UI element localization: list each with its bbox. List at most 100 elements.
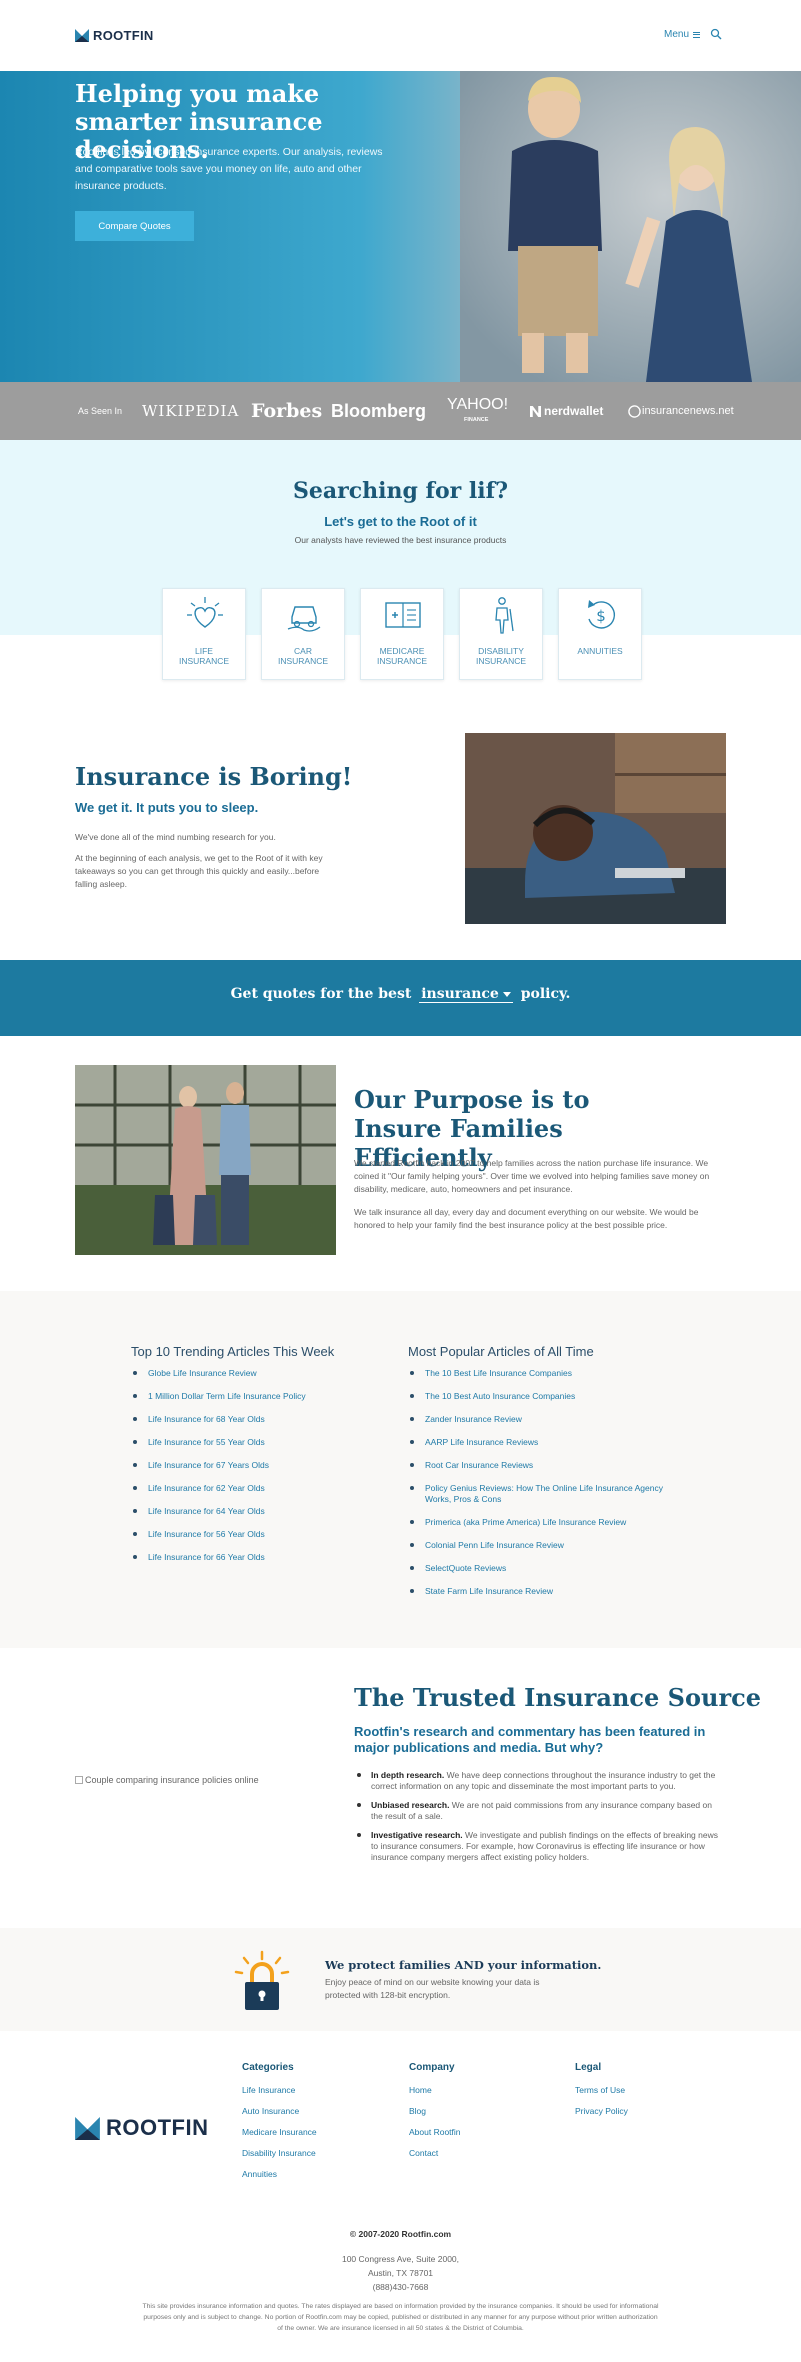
card-disability-insurance[interactable]: DISABILITY INSURANCE [459, 588, 543, 680]
menu-label: Menu [664, 29, 690, 40]
footer-link[interactable]: Annuities [242, 2169, 317, 2180]
card-medicare-insurance[interactable]: MEDICARE INSURANCE [360, 588, 444, 680]
footer-link[interactable]: Life Insurance [242, 2085, 317, 2096]
boring-paragraph-1: We've done all of the mind numbing resea… [75, 832, 276, 842]
footer-link[interactable]: Medicare Insurance [242, 2127, 317, 2138]
car-hand-icon [287, 606, 321, 632]
purpose-paragraph-1: We started Rootfin back in 2007 to help … [354, 1158, 710, 1194]
list-item[interactable]: Colonial Penn Life Insurance Review [408, 1540, 663, 1551]
list-item[interactable]: Life Insurance for 67 Years Olds [131, 1460, 341, 1471]
footer-logo[interactable]: ROOTFIN [75, 2115, 209, 2141]
site-logo[interactable]: ROOTFIN [75, 28, 154, 43]
menu-button[interactable]: Menu [664, 29, 701, 40]
couple-image-placeholder: Couple comparing insurance policies onli… [75, 1775, 259, 1785]
hamburger-icon [693, 31, 701, 38]
trusted-title: The Trusted Insurance Source [354, 1683, 761, 1712]
card-life-insurance[interactable]: LIFE INSURANCE [162, 588, 246, 680]
boring-subtitle: We get it. It puts you to sleep. [75, 800, 259, 815]
image-alt-text: Couple comparing insurance policies onli… [85, 1775, 259, 1785]
list-item: Investigative research. We investigate a… [354, 1830, 724, 1863]
list-item[interactable]: 1 Million Dollar Term Life Insurance Pol… [131, 1391, 341, 1402]
card-label: CAR INSURANCE [277, 646, 329, 666]
as-seen-in-label: As Seen In [78, 406, 123, 416]
footer-link[interactable]: About Rootfin [409, 2127, 461, 2138]
articles-section-bg [0, 1291, 801, 1648]
list-item: Unbiased research. We are not paid commi… [354, 1800, 724, 1822]
list-item[interactable]: Life Insurance for 55 Year Olds [131, 1437, 341, 1448]
list-item[interactable]: The 10 Best Life Insurance Companies [408, 1368, 663, 1379]
footer-link[interactable]: Terms of Use [575, 2085, 628, 2096]
compare-quotes-button[interactable]: Compare Quotes [75, 211, 194, 241]
insurance-type-select[interactable]: insurance [419, 986, 513, 1003]
card-label: MEDICARE INSURANCE [376, 646, 428, 666]
medical-card-icon [385, 602, 421, 628]
sleeping-man-photo [465, 733, 726, 924]
rootfin-logo-icon [75, 29, 89, 42]
footer-link[interactable]: Disability Insurance [242, 2148, 317, 2159]
nerdwallet-logo: nerdwallet [530, 382, 603, 440]
list-item[interactable]: Life Insurance for 56 Year Olds [131, 1529, 341, 1540]
list-item[interactable]: Globe Life Insurance Review [131, 1368, 341, 1379]
nerdwallet-icon [530, 405, 541, 417]
trending-articles-list: Globe Life Insurance Review 1 Million Do… [131, 1368, 341, 1575]
wikipedia-logo: WIKIPEDIA [142, 402, 240, 420]
card-label: DISABILITY INSURANCE [475, 646, 527, 666]
list-item[interactable]: Root Car Insurance Reviews [408, 1460, 663, 1471]
forbes-logo: Forbes [251, 400, 323, 422]
purpose-paragraph-2: We talk insurance all day, every day and… [354, 1207, 699, 1230]
brand-name: ROOTFIN [93, 28, 154, 43]
list-item[interactable]: Life Insurance for 64 Year Olds [131, 1506, 341, 1517]
card-label: ANNUITIES [577, 646, 623, 656]
footer-company: Company Home Blog About Rootfin Contact [409, 2062, 461, 2169]
search-icon[interactable] [710, 28, 722, 40]
list-item[interactable]: State Farm Life Insurance Review [408, 1586, 663, 1597]
boring-title: Insurance is Boring! [75, 762, 353, 791]
footer-link[interactable]: Privacy Policy [575, 2106, 628, 2117]
phone-number[interactable]: (888)430-7668 [0, 2282, 801, 2292]
family-photo [75, 1065, 336, 1255]
list-item[interactable]: SelectQuote Reviews [408, 1563, 663, 1574]
svg-text:$: $ [596, 607, 606, 625]
trending-articles-title: Top 10 Trending Articles This Week [131, 1344, 335, 1359]
hero-description: Rootfin is led by licensed insurance exp… [75, 146, 383, 192]
list-item[interactable]: Life Insurance for 62 Year Olds [131, 1483, 341, 1494]
caret-down-icon [502, 991, 511, 997]
footer-link[interactable]: Auto Insurance [242, 2106, 317, 2117]
footer-heading: Categories [242, 2062, 294, 2073]
search-section-note: Our analysts have reviewed the best insu… [294, 535, 507, 545]
list-item[interactable]: Primerica (aka Prime America) Life Insur… [408, 1517, 663, 1528]
footer-link[interactable]: Blog [409, 2106, 461, 2117]
footer-link[interactable]: Home [409, 2085, 461, 2096]
children-photo [460, 71, 801, 382]
insurancenews-text: insurancenews.net [642, 405, 734, 417]
heart-sun-icon [187, 597, 223, 628]
padlock-icon [234, 1950, 290, 2010]
rootfin-logo-icon [75, 2116, 100, 2140]
copyright: © 2007-2020 Rootfin.com [349, 2229, 452, 2239]
footer-heading: Legal [575, 2062, 602, 2073]
popular-articles-list: The 10 Best Life Insurance Companies The… [408, 1368, 663, 1609]
list-item[interactable]: The 10 Best Auto Insurance Companies [408, 1391, 663, 1402]
broken-image-icon [75, 1776, 83, 1784]
card-annuities[interactable]: $ ANNUITIES [558, 588, 642, 680]
card-car-insurance[interactable]: CAR INSURANCE [261, 588, 345, 680]
boring-paragraph-2: At the beginning of each analysis, we ge… [75, 853, 323, 889]
trusted-reasons-list: In depth research. We have deep connecti… [354, 1770, 724, 1871]
footer-categories: Categories Life Insurance Auto Insurance… [242, 2062, 317, 2190]
search-section-title: Searching for lif? [293, 478, 508, 504]
dollar-cycle-icon: $ [588, 600, 616, 629]
list-item[interactable]: Zander Insurance Review [408, 1414, 663, 1425]
footer-link[interactable]: Contact [409, 2148, 461, 2159]
list-item: In depth research. We have deep connecti… [354, 1770, 724, 1792]
protect-text: Enjoy peace of mind on our website knowi… [325, 1977, 540, 2000]
list-item[interactable]: AARP Life Insurance Reviews [408, 1437, 663, 1448]
footer-legal: Legal Terms of Use Privacy Policy [575, 2062, 628, 2127]
press-bar: As Seen In WIKIPEDIA Forbes Bloomberg YA… [0, 382, 801, 440]
search-section-subtitle: Let's get to the Root of it [324, 514, 477, 529]
insurancenews-logo: insurancenews.net [628, 382, 734, 440]
list-item[interactable]: Life Insurance for 66 Year Olds [131, 1552, 341, 1563]
list-item[interactable]: Policy Genius Reviews: How The Online Li… [408, 1483, 663, 1505]
address-line-1: 100 Congress Ave, Suite 2000, [341, 2254, 460, 2264]
protect-title: We protect families AND your information… [325, 1958, 602, 1972]
list-item[interactable]: Life Insurance for 68 Year Olds [131, 1414, 341, 1425]
